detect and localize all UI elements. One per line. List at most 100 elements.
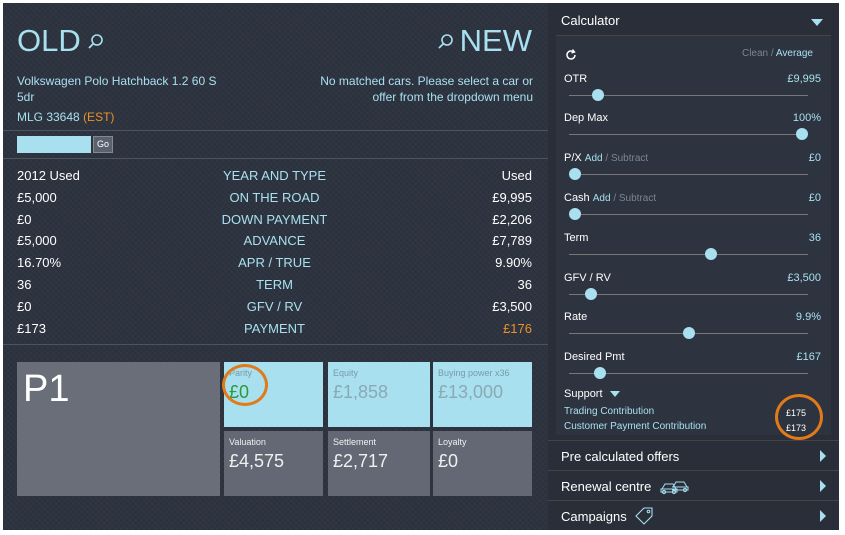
comparison-row: £5,000 ADVANCE £7,789	[17, 233, 532, 255]
loyalty-value: £0	[438, 451, 459, 471]
slider-label-text: GFV / RV	[564, 272, 611, 284]
row-label: PAYMENT	[244, 320, 305, 336]
equity-tile[interactable]: Equity £1,858	[328, 362, 430, 427]
new-message: No matched cars. Please select a car or …	[320, 74, 533, 104]
slider-label: GFV / RV	[564, 272, 611, 284]
slider-value: 36	[808, 232, 821, 244]
p1-label: P1	[23, 368, 70, 410]
loyalty-tile[interactable]: Loyalty £0	[433, 431, 532, 496]
settlement-tile[interactable]: Settlement £2,717	[328, 431, 430, 496]
customer-contribution-label: Customer Payment Contribution	[564, 421, 707, 432]
add-subtract: Add / Subtract	[585, 153, 648, 164]
calculator-title: Calculator	[561, 13, 620, 28]
add-subtract: Add / Subtract	[593, 193, 656, 204]
slider-track[interactable]	[569, 95, 808, 96]
support-highlight-ring	[775, 394, 823, 440]
calculator-sidebar: Calculator Clean / Average OTR £9,995 Dep …	[548, 3, 839, 530]
old-reg-number: MLG 33648	[17, 110, 80, 124]
comparison-panel: OLD NEW Volkswagen Polo Hatchback 1.2 60…	[3, 3, 548, 530]
slider-knob[interactable]	[682, 327, 695, 339]
chevron-down-icon[interactable]	[811, 19, 823, 26]
support-toggle[interactable]: Support	[564, 388, 620, 400]
new-value: £7,789	[492, 233, 532, 249]
old-reg: MLG 33648 (EST)	[17, 109, 114, 125]
cars-icon	[660, 481, 689, 495]
section-renewal-centre[interactable]: Renewal centre	[548, 470, 839, 500]
loyalty-label: Loyalty	[438, 437, 467, 447]
slider-value: £167	[796, 351, 821, 363]
buying-power-tile[interactable]: Buying power x36 £13,000	[433, 362, 532, 427]
comparison-row: 36 TERM 36	[17, 277, 532, 299]
old-car-name: Volkswagen Polo Hatchback 1.2 60 S 5dr	[17, 74, 217, 104]
slider-knob[interactable]	[569, 168, 581, 180]
slider-knob[interactable]	[796, 128, 808, 140]
chevron-right-icon	[820, 480, 826, 492]
section-campaigns[interactable]: Campaigns	[548, 500, 839, 530]
slider-knob[interactable]	[705, 248, 718, 260]
slider-knob[interactable]	[584, 288, 597, 300]
slider-track[interactable]	[569, 214, 808, 215]
subtract-link[interactable]: Subtract	[619, 193, 656, 204]
slider-track[interactable]	[569, 294, 808, 295]
slider-knob[interactable]	[591, 89, 604, 101]
slider-knob[interactable]	[569, 208, 581, 220]
buying-power-value: £13,000	[438, 382, 504, 402]
reg-search-input[interactable]	[17, 136, 91, 153]
old-header: OLD	[17, 23, 104, 59]
slider-value: £3,500	[787, 272, 821, 284]
slider-label-text: P/X	[564, 152, 582, 164]
section-pre-calculated-offers[interactable]: Pre calculated offers	[548, 440, 839, 470]
slider-track[interactable]	[569, 134, 808, 135]
slider-label: Term	[564, 232, 588, 244]
new-title: NEW	[459, 23, 532, 58]
chevron-right-icon	[820, 510, 826, 522]
mode-separator: /	[770, 48, 774, 59]
refresh-icon[interactable]	[564, 48, 578, 62]
subtract-link[interactable]: Subtract	[611, 153, 648, 164]
new-value: £2,206	[492, 211, 532, 227]
slider-label-text: OTR	[564, 73, 588, 85]
new-value: Used	[501, 168, 532, 183]
valuation-value: £4,575	[229, 451, 285, 471]
slider-label: Cash Add / Subtract	[564, 192, 656, 204]
slider-label-text: Term	[564, 232, 589, 244]
add-subtract-separator: /	[613, 193, 617, 204]
p1-tile[interactable]: P1	[17, 362, 220, 496]
comparison-row: £0 DOWN PAYMENT £2,206	[17, 212, 532, 234]
settlement-value: £2,717	[333, 451, 389, 471]
slider-knob[interactable]	[593, 367, 606, 379]
divider	[3, 158, 548, 159]
slider-track[interactable]	[569, 254, 808, 255]
slider-label-text: Cash	[564, 192, 590, 204]
row-label: DOWN PAYMENT	[221, 211, 328, 227]
caret-down-icon	[609, 391, 620, 398]
add-link[interactable]: Add	[585, 153, 603, 164]
slider-label: Desired Pmt	[564, 351, 625, 363]
slider-track[interactable]	[569, 174, 808, 175]
comparison-row: 16.70% APR / TRUE 9.90%	[17, 255, 532, 277]
new-value: 36	[517, 277, 532, 292]
old-search-icon[interactable]	[87, 33, 104, 50]
new-search-icon[interactable]	[437, 33, 454, 50]
comparison-row: 2012 Used YEAR AND TYPE Used	[17, 168, 532, 190]
new-header: NEW	[437, 23, 532, 59]
divider	[3, 344, 548, 345]
equity-label: Equity	[333, 368, 359, 378]
valuation-label: Valuation	[229, 437, 266, 447]
mode-average[interactable]: Average	[776, 48, 813, 59]
section-label: Renewal centre	[561, 479, 652, 494]
add-link[interactable]: Add	[593, 193, 611, 204]
old-title: OLD	[17, 23, 81, 58]
buying-power-label: Buying power x36	[438, 368, 510, 378]
trading-contribution-label: Trading Contribution	[564, 406, 655, 417]
slider-label: Dep Max	[564, 112, 608, 124]
go-button[interactable]: Go	[93, 136, 113, 153]
old-reg-est: (EST)	[83, 110, 115, 124]
slider-value: £0	[808, 152, 821, 164]
parity-highlight-ring	[222, 364, 268, 406]
tag-icon	[635, 507, 653, 525]
slider-label: Rate	[564, 311, 587, 323]
mode-clean[interactable]: Clean	[742, 48, 768, 59]
app-window: OLD NEW Volkswagen Polo Hatchback 1.2 60…	[3, 3, 839, 530]
valuation-tile[interactable]: Valuation £4,575	[224, 431, 323, 496]
